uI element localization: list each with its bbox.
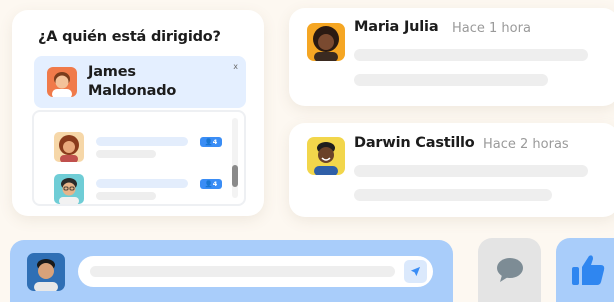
recipient-card-title: ¿A quién está dirigido? — [38, 29, 221, 45]
notification-card[interactable]: Maria Julia Hace 1 hora — [289, 8, 614, 106]
notification-text-placeholder — [354, 165, 588, 177]
like-button[interactable] — [556, 238, 614, 302]
group-count-badge: 👤4 — [200, 137, 222, 147]
list-scrollbar-thumb[interactable] — [232, 165, 238, 187]
notification-author: Darwin Castillo — [354, 135, 475, 151]
comment-bar — [10, 240, 453, 302]
comment-button[interactable] — [478, 238, 541, 302]
notification-author: Maria Julia — [354, 19, 439, 35]
list-item-title-placeholder — [96, 179, 188, 188]
comment-input-placeholder — [90, 266, 395, 277]
woman-afro-avatar-icon — [307, 23, 345, 61]
remove-recipient-button[interactable]: x — [233, 62, 238, 71]
comment-input[interactable] — [78, 256, 433, 287]
notification-timestamp: Hace 1 hora — [452, 21, 531, 36]
selected-recipient-chip[interactable]: James Maldonado x — [34, 56, 246, 108]
notification-text-placeholder — [354, 189, 552, 201]
man-glasses-avatar-icon — [54, 174, 84, 204]
paper-plane-icon — [410, 266, 421, 277]
woman-curly-hair-avatar-icon — [54, 132, 84, 162]
speech-bubble-icon — [496, 258, 523, 282]
list-scrollbar[interactable] — [232, 118, 238, 198]
selected-recipient-name: James Maldonado — [88, 64, 177, 99]
notification-text-placeholder — [354, 49, 588, 61]
recipient-list: 👤4 👤4 — [32, 110, 246, 206]
list-item[interactable]: 👤4 — [54, 132, 224, 164]
recipient-card: ¿A quién está dirigido? James Maldonado … — [12, 10, 264, 216]
list-item[interactable]: 👤4 — [54, 174, 224, 206]
group-count-badge: 👤4 — [200, 179, 222, 189]
thumbs-up-icon — [572, 255, 605, 285]
notification-text-placeholder — [354, 74, 548, 86]
notification-timestamp: Hace 2 horas — [483, 137, 569, 152]
man-smiling-avatar-icon — [307, 137, 345, 175]
notification-card[interactable]: Darwin Castillo Hace 2 horas — [289, 123, 614, 217]
list-item-subtitle-placeholder — [96, 192, 156, 200]
user-avatar-icon — [27, 253, 65, 291]
send-button[interactable] — [404, 260, 427, 283]
list-item-title-placeholder — [96, 137, 188, 146]
man-red-hair-avatar-icon — [47, 67, 77, 97]
list-item-subtitle-placeholder — [96, 150, 156, 158]
